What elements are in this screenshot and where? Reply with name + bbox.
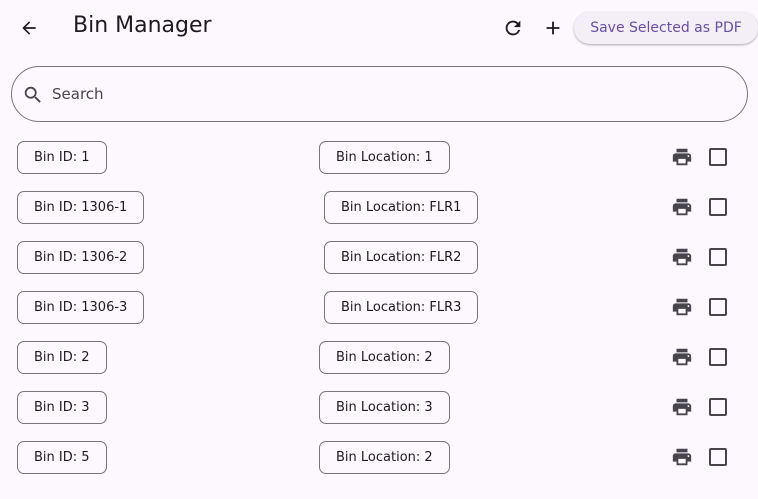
print-button[interactable] bbox=[670, 195, 694, 219]
page-title: Bin Manager bbox=[73, 13, 212, 38]
save-selected-pdf-button[interactable]: Save Selected as PDF bbox=[574, 12, 758, 44]
print-icon bbox=[672, 448, 692, 466]
print-icon bbox=[672, 348, 692, 366]
bin-id-chip[interactable]: Bin ID: 2 bbox=[17, 341, 107, 374]
bin-location-chip[interactable]: Bin Location: 2 bbox=[319, 341, 450, 374]
print-icon bbox=[672, 298, 692, 316]
refresh-button[interactable] bbox=[497, 12, 529, 44]
select-checkbox[interactable] bbox=[709, 448, 727, 466]
select-checkbox[interactable] bbox=[709, 348, 727, 366]
bin-row: Bin ID: 1 Bin Location: 1 bbox=[0, 132, 758, 182]
print-button[interactable] bbox=[670, 395, 694, 419]
print-button[interactable] bbox=[670, 245, 694, 269]
bin-row: Bin ID: 2 Bin Location: 2 bbox=[0, 332, 758, 382]
back-button[interactable] bbox=[13, 11, 45, 45]
print-button[interactable] bbox=[670, 145, 694, 169]
search-input[interactable] bbox=[52, 68, 732, 120]
select-checkbox[interactable] bbox=[709, 398, 727, 416]
bin-location-chip[interactable]: Bin Location: 1 bbox=[319, 141, 450, 174]
bin-id-chip[interactable]: Bin ID: 1306-1 bbox=[17, 191, 145, 224]
bin-location-chip[interactable]: Bin Location: FLR3 bbox=[324, 291, 479, 324]
add-icon bbox=[546, 21, 560, 35]
search-icon bbox=[24, 86, 41, 103]
bin-row: Bin ID: 1306-3 Bin Location: FLR3 bbox=[0, 282, 758, 332]
select-checkbox[interactable] bbox=[709, 148, 727, 166]
select-checkbox[interactable] bbox=[709, 298, 727, 316]
bin-location-chip[interactable]: Bin Location: FLR2 bbox=[324, 241, 479, 274]
select-checkbox[interactable] bbox=[709, 248, 727, 266]
print-icon bbox=[672, 198, 692, 216]
bin-location-chip[interactable]: Bin Location: 3 bbox=[319, 391, 450, 424]
add-bin-button[interactable] bbox=[537, 12, 569, 44]
bin-location-chip[interactable]: Bin Location: 2 bbox=[319, 441, 450, 474]
bin-row: Bin ID: 3 Bin Location: 3 bbox=[0, 382, 758, 432]
bin-id-chip[interactable]: Bin ID: 3 bbox=[17, 391, 107, 424]
print-icon bbox=[672, 148, 692, 166]
bin-row: Bin ID: 5 Bin Location: 2 bbox=[0, 432, 758, 482]
arrow-back-icon bbox=[22, 21, 36, 35]
bin-id-chip[interactable]: Bin ID: 5 bbox=[17, 441, 107, 474]
select-checkbox[interactable] bbox=[709, 198, 727, 216]
bin-id-chip[interactable]: Bin ID: 1 bbox=[17, 141, 107, 174]
app-bar: Bin Manager Save Selected as PDF bbox=[0, 0, 758, 56]
bin-manager-screen: Bin Manager Save Selected as PDF Bin ID:… bbox=[0, 0, 758, 499]
bin-id-chip[interactable]: Bin ID: 1306-2 bbox=[17, 241, 145, 274]
print-button[interactable] bbox=[670, 295, 694, 319]
bin-row: Bin ID: 1306-2 Bin Location: FLR2 bbox=[0, 232, 758, 282]
bin-location-chip[interactable]: Bin Location: FLR1 bbox=[324, 191, 479, 224]
print-icon bbox=[672, 248, 692, 266]
print-button[interactable] bbox=[670, 445, 694, 469]
bin-row: Bin ID: 1306-1 Bin Location: FLR1 bbox=[0, 182, 758, 232]
print-button[interactable] bbox=[670, 345, 694, 369]
refresh-icon bbox=[505, 20, 521, 36]
search-bar[interactable] bbox=[11, 66, 748, 122]
bin-id-chip[interactable]: Bin ID: 1306-3 bbox=[17, 291, 145, 324]
print-icon bbox=[672, 398, 692, 416]
bin-list: Bin ID: 1 Bin Location: 1 Bin ID: 1306-1… bbox=[0, 132, 758, 482]
